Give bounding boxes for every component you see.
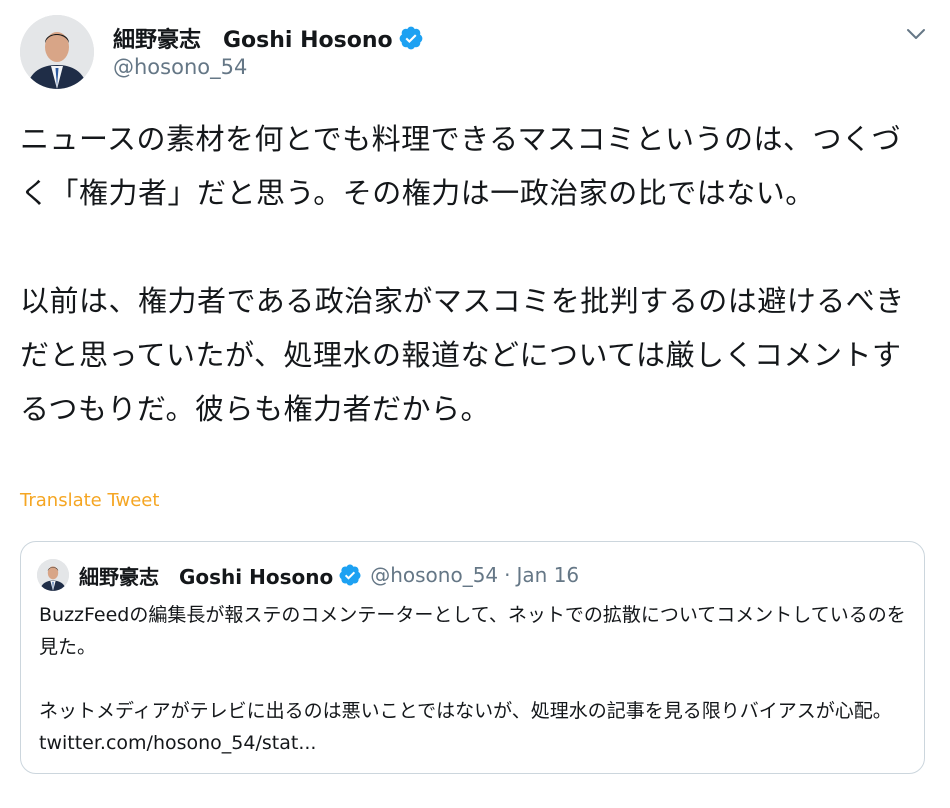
tweet-text: ニュースの素材を何とでも料理できるマスコミというのは、つくづく「権力者」だと思う… (20, 122, 905, 426)
tweet-card: 細野豪志 Goshi Hosono @hosono_54 ニュースの素材を何とで… (0, 0, 950, 808)
quoted-author-handle: @hosono_54 (370, 563, 499, 587)
quoted-tweet[interactable]: 細野豪志 Goshi Hosono @hosono_54 · Jan 16 Bu… (20, 541, 925, 774)
author-avatar[interactable] (20, 15, 94, 89)
avatar-photo (20, 15, 94, 89)
quoted-author-name: 細野豪志 Goshi Hosono (79, 564, 334, 589)
author-handle[interactable]: @hosono_54 (113, 55, 247, 79)
chevron-down-icon[interactable] (905, 26, 927, 42)
verified-badge-icon (339, 564, 361, 586)
quoted-text: BuzzFeedの編集長が報ステのコメンテーターとして、ネットでの拡散についてコ… (39, 604, 906, 754)
quoted-author-avatar (37, 559, 69, 591)
author-name-row[interactable]: 細野豪志 Goshi Hosono (113, 22, 424, 54)
quoted-header: 細野豪志 Goshi Hosono @hosono_54 · Jan 16 (79, 559, 579, 591)
separator-dot: · (504, 563, 511, 587)
quoted-avatar-photo (37, 559, 69, 591)
quoted-date: Jan 16 (516, 563, 580, 587)
verified-badge-icon (399, 26, 423, 50)
author-name[interactable]: 細野豪志 Goshi Hosono (113, 22, 393, 54)
translate-tweet-link[interactable]: Translate Tweet (20, 490, 159, 511)
